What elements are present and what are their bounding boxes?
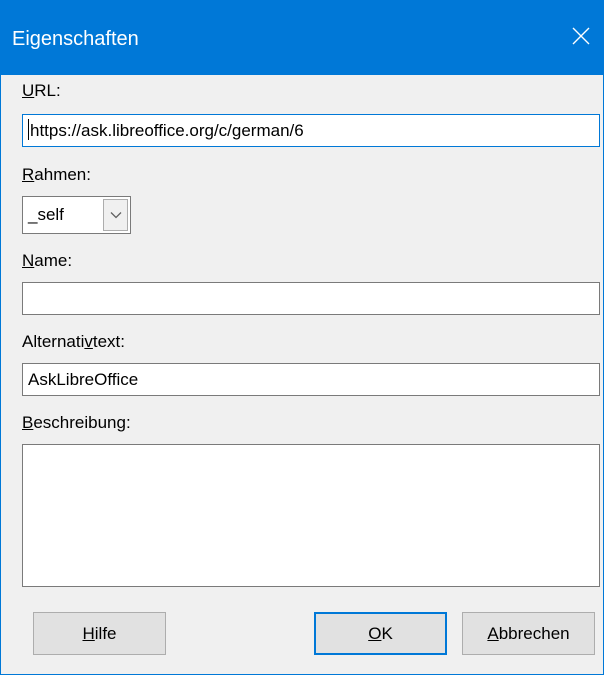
- url-label: URL:: [22, 81, 61, 100]
- alt-text-input[interactable]: AskLibreOffice: [22, 363, 600, 396]
- text-caret: [28, 119, 29, 140]
- url-input[interactable]: https://ask.libreoffice.org/c/german/6: [22, 114, 600, 147]
- frame-select[interactable]: _self: [22, 196, 131, 234]
- close-button[interactable]: [559, 10, 603, 62]
- chevron-down-icon: [110, 212, 122, 219]
- help-button[interactable]: Hilfe: [33, 612, 166, 655]
- name-label: Name:: [22, 251, 73, 270]
- frame-label: Rahmen:: [22, 165, 91, 184]
- cancel-button[interactable]: Abbrechen: [462, 612, 595, 655]
- title-bar: Eigenschaften: [1, 1, 603, 75]
- dialog-title: Eigenschaften: [12, 28, 139, 50]
- description-textarea[interactable]: [22, 444, 600, 587]
- name-input[interactable]: [22, 282, 600, 315]
- frame-selected-value: _self: [28, 205, 64, 224]
- alt-text-label: Alternativtext:: [22, 332, 125, 351]
- properties-dialog: Eigenschaften URL: https://ask.libreoffi…: [0, 0, 604, 675]
- ok-button[interactable]: OK: [314, 612, 447, 655]
- description-label: Beschreibung:: [22, 413, 131, 432]
- close-icon: [572, 27, 590, 45]
- url-value: https://ask.libreoffice.org/c/german/6: [30, 121, 304, 140]
- frame-dropdown-button[interactable]: [103, 199, 128, 231]
